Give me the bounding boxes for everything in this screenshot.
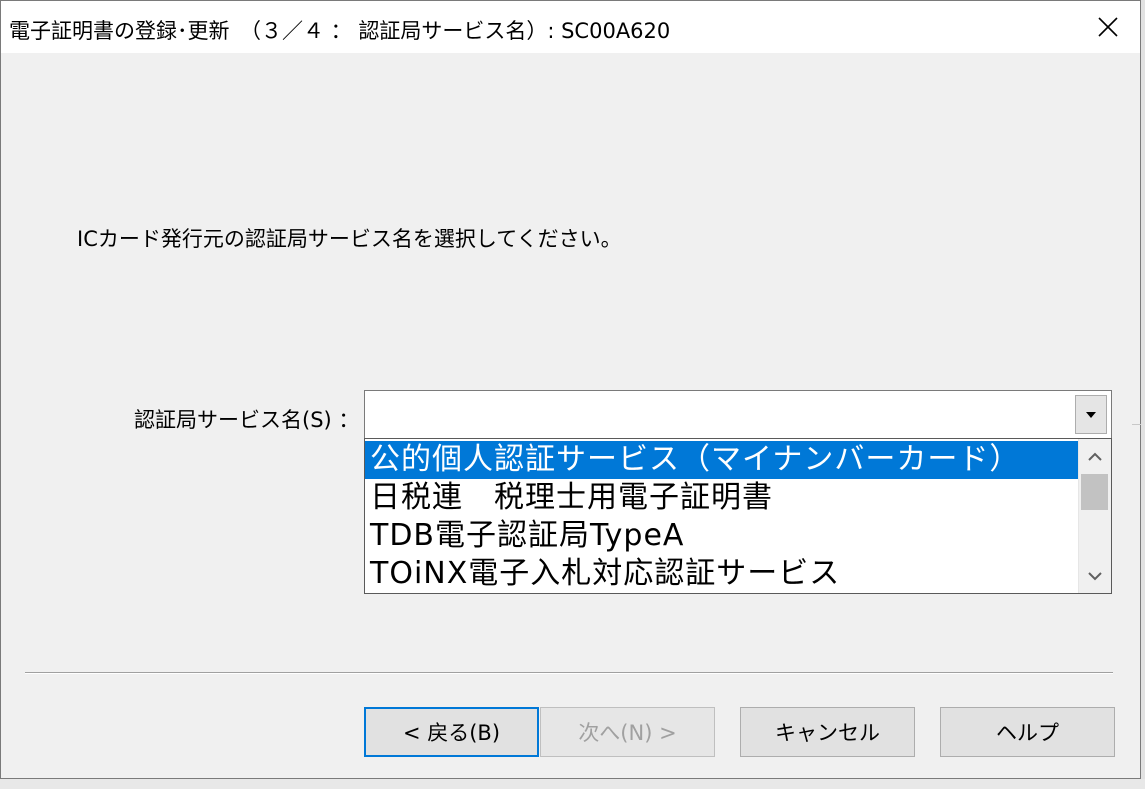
chevron-down-icon [1088, 571, 1102, 580]
option-jpki[interactable]: 公的個人認証サービス（マイナンバーカード） [365, 441, 1079, 479]
dialog-window: 電子証明書の登録･更新 （３／４ ： 認証局サービス名）: SC00A620 I… [0, 0, 1141, 779]
separator-line [25, 672, 1113, 674]
ca-service-combobox[interactable] [364, 390, 1112, 439]
cancel-button[interactable]: キャンセル [740, 707, 915, 757]
close-button[interactable] [1076, 1, 1140, 53]
close-icon [1098, 17, 1118, 37]
dropdown-options: 公的個人認証サービス（マイナンバーカード） 日税連 税理士用電子証明書 TDB電… [365, 441, 1079, 593]
option-tdb[interactable]: TDB電子認証局TypeA [365, 517, 1079, 555]
back-button[interactable]: < 戻る(B) [364, 707, 539, 757]
help-button[interactable]: ヘルプ [940, 707, 1115, 757]
ca-service-dropdown-list[interactable]: 公的個人認証サービス（マイナンバーカード） 日税連 税理士用電子証明書 TDB電… [364, 438, 1112, 594]
chevron-down-icon [1086, 411, 1096, 418]
option-toinx[interactable]: TOiNX電子入札対応認証サービス [365, 555, 1079, 593]
chevron-up-icon [1088, 452, 1102, 461]
scroll-down-button[interactable] [1079, 559, 1111, 593]
background-strip-right [1141, 0, 1145, 789]
scroll-up-button[interactable] [1079, 439, 1111, 473]
option-nichizeiren[interactable]: 日税連 税理士用電子証明書 [365, 479, 1079, 517]
instruction-text: ICカード発行元の認証局サービス名を選択してください。 [77, 227, 622, 251]
scroll-thumb[interactable] [1081, 474, 1108, 510]
next-button[interactable]: 次へ(N) > [540, 707, 715, 757]
background-strip-bottom [0, 779, 1145, 789]
dropdown-scrollbar[interactable] [1078, 439, 1111, 593]
background-edge-mark [1132, 424, 1141, 425]
window-title: 電子証明書の登録･更新 （３／４ ： 認証局サービス名）: SC00A620 [9, 19, 671, 43]
dropdown-button[interactable] [1075, 395, 1107, 434]
title-bar[interactable]: 電子証明書の登録･更新 （３／４ ： 認証局サービス名）: SC00A620 [1, 1, 1140, 53]
ca-service-label: 認証局サービス名(S) ： [134, 408, 360, 432]
